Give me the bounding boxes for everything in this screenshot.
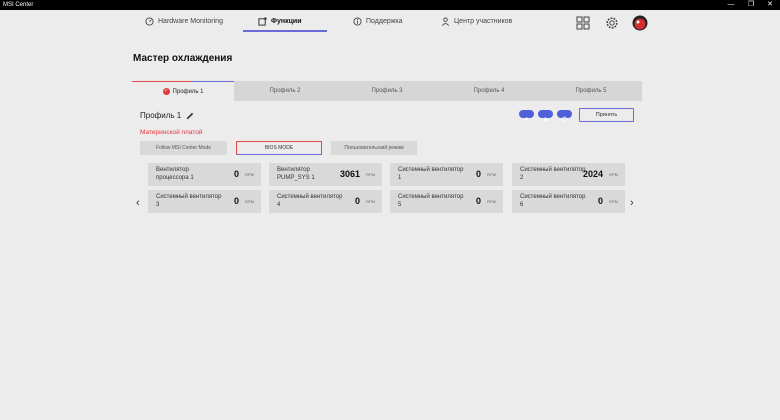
fan-value: 0: [475, 169, 481, 179]
profile-tab-label: Профиль 5: [575, 88, 607, 94]
fan-name: Системный вентилятор 1: [398, 167, 464, 181]
top-nav: Hardware Monitoring Функции Поддержка Це…: [0, 10, 780, 34]
nav-tab-label: Центр участников: [454, 17, 513, 25]
profile-tab-2[interactable]: Профиль 2: [234, 81, 336, 101]
profile-name: Профиль 1: [140, 111, 194, 120]
fan-value: 0: [354, 196, 360, 206]
minimize-button[interactable]: —: [724, 0, 738, 10]
profile-tab-label: Профиль 4: [473, 88, 505, 94]
fan-unit: RPM: [245, 199, 254, 204]
fan-value: 0: [475, 196, 481, 206]
avatar-icon[interactable]: [632, 15, 648, 31]
fan-card: Системный вентилятор 1 0 RPM: [390, 163, 503, 186]
title-bar: MSI Center — ❐ ✕: [0, 0, 780, 10]
export-button[interactable]: [538, 110, 553, 122]
mode-bios[interactable]: BIOS MODE: [236, 141, 322, 155]
next-page-arrow[interactable]: ›: [630, 197, 634, 209]
user-icon: [441, 16, 450, 26]
grid-icon[interactable]: [576, 16, 590, 30]
fan-unit: RPM: [609, 172, 618, 177]
profile-tab-label: Профиль 2: [269, 88, 301, 94]
fan-unit: RPM: [366, 199, 375, 204]
maximize-button[interactable]: ❐: [744, 0, 758, 10]
fan-name: Вентилятор PUMP_SYS 1: [277, 167, 315, 181]
active-tab-underline: [243, 30, 327, 32]
refresh-icon: [562, 116, 567, 122]
fan-card: Системный вентилятор 4 0 RPM: [269, 190, 382, 213]
fan-value: 3061: [339, 169, 360, 179]
pencil-icon[interactable]: [186, 112, 194, 120]
apply-button[interactable]: Принять: [579, 108, 634, 122]
nav-tab-label: Поддержка: [366, 17, 403, 25]
mode-follow-msi-center[interactable]: Follow MSI Center Mode: [140, 141, 227, 155]
fan-unit: RPM: [609, 199, 618, 204]
fan-value: 0: [233, 169, 239, 179]
profile-tab-label: Профиль 1: [172, 88, 204, 95]
fan-name: Системный вентилятор 2: [520, 167, 586, 181]
fan-unit: RPM: [487, 172, 496, 177]
fan-name: Системный вентилятор 6: [520, 194, 586, 208]
profile-name-text: Профиль 1: [140, 111, 182, 120]
fan-card: Системный вентилятор 3 0 RPM: [148, 190, 261, 213]
source-label: Материнской платой: [140, 129, 203, 136]
info-icon: [353, 16, 362, 26]
plus-window-icon: [258, 16, 267, 26]
fan-card: Вентилятор PUMP_SYS 1 3061 RPM: [269, 163, 382, 186]
fan-unit: RPM: [487, 199, 496, 204]
fan-unit: RPM: [245, 172, 254, 177]
nav-tab-support[interactable]: Поддержка: [353, 10, 403, 32]
gauge-icon: [145, 16, 154, 26]
page-title: Мастер охлаждения: [133, 53, 233, 64]
gear-icon[interactable]: [605, 16, 619, 30]
window-title: MSI Center: [3, 2, 34, 8]
profile-tab-label: Профиль 3: [371, 88, 403, 94]
fan-name: Системный вентилятор 4: [277, 194, 343, 208]
nav-tab-hardware-monitoring[interactable]: Hardware Monitoring: [145, 10, 223, 32]
mode-custom[interactable]: Пользовательский режим: [331, 141, 417, 155]
profile-tab-1[interactable]: ✓ Профиль 1: [132, 80, 234, 101]
profile-tab-3[interactable]: Профиль 3: [336, 81, 438, 101]
profile-panel: Профиль 1 Принять Материнской платой Fol…: [132, 101, 642, 231]
reset-button[interactable]: [557, 110, 572, 122]
profile-tab-5[interactable]: Профиль 5: [540, 81, 642, 101]
download-icon: [543, 117, 548, 122]
fan-unit: RPM: [366, 172, 375, 177]
nav-tab-features[interactable]: Функции: [258, 10, 302, 32]
fan-card: Вентилятор процессора 1 0 RPM: [148, 163, 261, 186]
fan-value: 0: [233, 196, 239, 206]
prev-page-arrow[interactable]: ‹: [136, 197, 140, 209]
nav-tab-member-center[interactable]: Центр участников: [441, 10, 512, 32]
upload-icon: [524, 117, 529, 121]
check-icon: ✓: [162, 88, 170, 95]
fan-name: Системный вентилятор 3: [156, 194, 222, 208]
fan-name: Системный вентилятор 5: [398, 194, 464, 208]
profile-tab-4[interactable]: Профиль 4: [438, 81, 540, 101]
close-button[interactable]: ✕: [763, 0, 777, 10]
fan-card: Системный вентилятор 6 0 RPM: [512, 190, 625, 213]
fan-card: Системный вентилятор 2 2024 RPM: [512, 163, 625, 186]
import-button[interactable]: [519, 110, 534, 121]
nav-tab-label: Hardware Monitoring: [158, 17, 223, 25]
fan-value: 0: [597, 196, 603, 206]
nav-tab-label: Функции: [271, 17, 302, 25]
fan-value: 2024: [582, 169, 603, 179]
fan-card: Системный вентилятор 5 0 RPM: [390, 190, 503, 213]
profile-tabs: ✓ Профиль 1 Профиль 2 Профиль 3 Профиль …: [132, 80, 642, 101]
fan-name: Вентилятор процессора 1: [156, 167, 194, 181]
